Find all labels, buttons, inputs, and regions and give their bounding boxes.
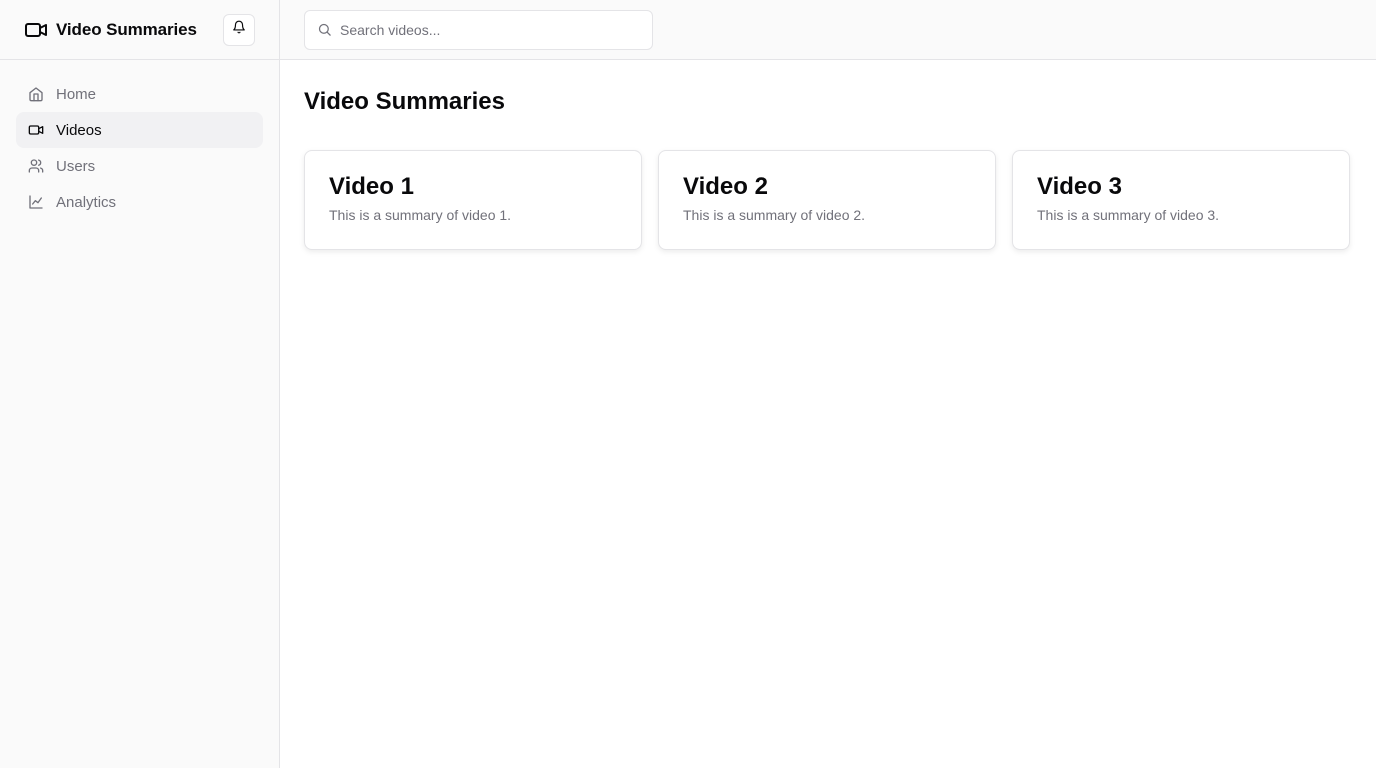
home-icon <box>28 86 44 102</box>
video-card[interactable]: Video 3 This is a summary of video 3. <box>1012 150 1350 250</box>
brand[interactable]: Video Summaries <box>24 18 197 42</box>
video-card-summary: This is a summary of video 3. <box>1037 207 1220 223</box>
sidebar-header: Video Summaries <box>0 0 279 60</box>
line-chart-icon <box>28 194 44 210</box>
video-camera-icon <box>24 18 48 42</box>
sidebar: Video Summaries Home Videos Users Analyt… <box>0 0 280 768</box>
video-card-summary: This is a summary of video 2. <box>683 207 866 223</box>
video-card[interactable]: Video 1 This is a summary of video 1. <box>304 150 642 250</box>
users-icon <box>28 158 44 174</box>
sidebar-item-analytics[interactable]: Analytics <box>16 184 263 220</box>
sidebar-item-home[interactable]: Home <box>16 76 263 112</box>
sidebar-nav: Home Videos Users Analytics <box>0 60 279 236</box>
video-card-title: Video 1 <box>329 173 414 200</box>
sidebar-item-label: Home <box>56 85 97 103</box>
search-input[interactable] <box>340 21 640 38</box>
search-box[interactable] <box>304 9 653 50</box>
sidebar-item-videos[interactable]: Videos <box>16 112 263 148</box>
bell-icon <box>232 20 246 39</box>
video-card-title: Video 2 <box>683 173 768 200</box>
sidebar-item-users[interactable]: Users <box>16 148 263 184</box>
sidebar-item-label: Users <box>56 157 96 175</box>
page-title: Video Summaries <box>304 88 505 115</box>
video-card-summary: This is a summary of video 1. <box>329 207 512 223</box>
notifications-button[interactable] <box>223 13 255 46</box>
search-icon <box>317 22 332 37</box>
video-camera-icon <box>28 122 44 138</box>
sidebar-item-label: Videos <box>56 121 102 139</box>
app-shell: Video Summaries Home Videos Users Analyt… <box>0 0 1376 768</box>
top-bar <box>280 0 1376 60</box>
content: Video Summaries Video 1 This is a summar… <box>280 60 1376 274</box>
main-area: Video Summaries Video 1 This is a summar… <box>280 0 1376 768</box>
sidebar-item-label: Analytics <box>56 193 117 211</box>
video-card-title: Video 3 <box>1037 173 1122 200</box>
video-card-grid: Video 1 This is a summary of video 1. Vi… <box>304 150 1352 250</box>
app-title: Video Summaries <box>56 19 197 39</box>
video-card[interactable]: Video 2 This is a summary of video 2. <box>658 150 996 250</box>
